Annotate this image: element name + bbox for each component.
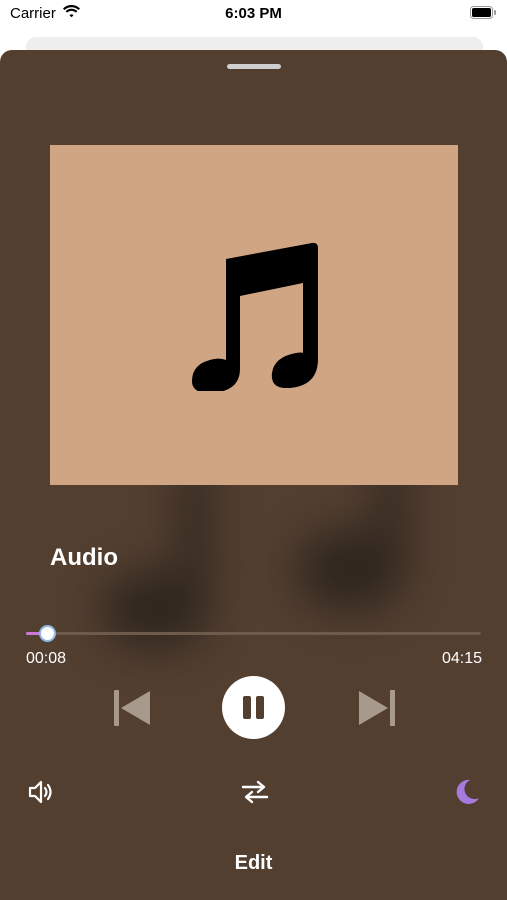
pause-icon (243, 696, 264, 719)
progress-slider[interactable] (26, 625, 481, 642)
edit-button-row: Edit (0, 852, 507, 875)
skip-forward-icon (359, 690, 395, 726)
skip-back-icon (114, 690, 150, 726)
album-artwork (50, 145, 458, 485)
track-title: Audio (50, 544, 118, 571)
status-time: 6:03 PM (225, 5, 282, 22)
status-bar: Carrier 6:03 PM (0, 0, 507, 30)
progress-knob[interactable] (39, 625, 57, 642)
battery-icon (470, 6, 497, 24)
volume-button[interactable] (27, 778, 55, 806)
now-playing-sheet: Audio 00:08 04:15 Edit (0, 50, 507, 900)
shuffle-icon (241, 780, 269, 804)
shuffle-button[interactable] (240, 777, 270, 807)
moon-icon (456, 779, 479, 804)
previous-button[interactable] (111, 687, 153, 729)
next-button[interactable] (356, 687, 398, 729)
sheet-grabber[interactable] (227, 64, 281, 69)
edit-button[interactable]: Edit (235, 852, 273, 874)
speaker-icon (28, 780, 52, 804)
sleep-timer-button[interactable] (453, 777, 481, 807)
total-duration: 04:15 (441, 650, 482, 667)
elapsed-time: 00:08 (26, 650, 67, 667)
music-note-icon (192, 242, 318, 391)
play-pause-button[interactable] (222, 676, 285, 739)
